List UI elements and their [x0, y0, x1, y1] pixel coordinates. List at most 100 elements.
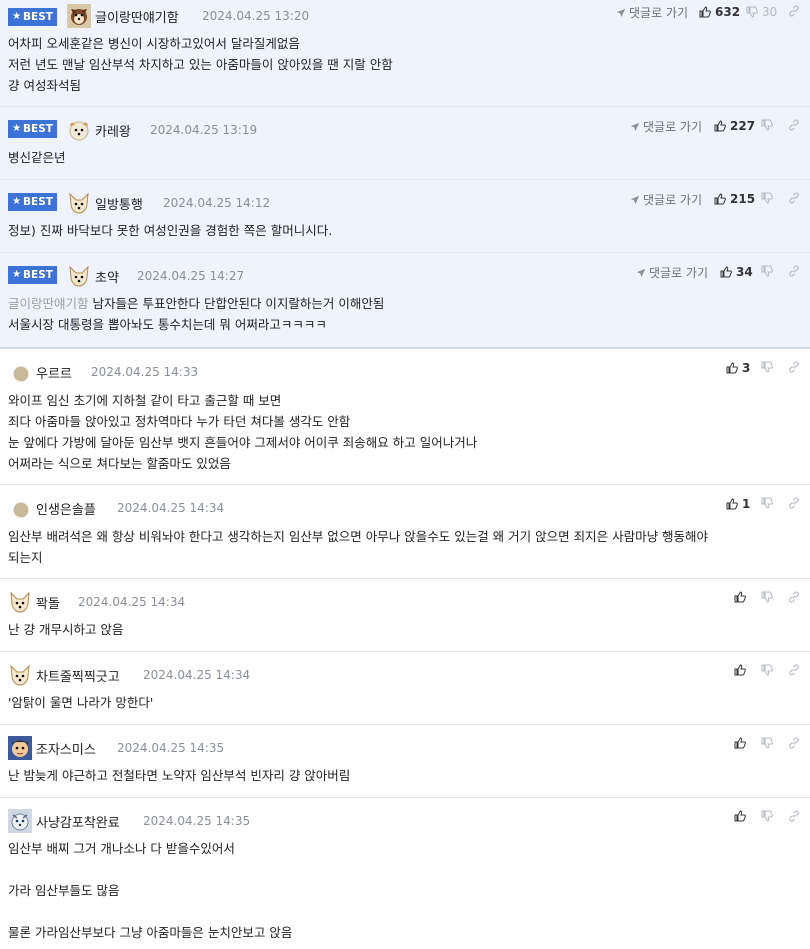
comment-body: 어차피 오세훈같은 병신이 시장하고있어서 달라질게없음 저런 년도 맨날 임산부…	[8, 36, 393, 93]
thumbs-down-icon	[761, 265, 773, 277]
comment-body: 정보) 진짜 바닥보다 못한 여성인권을 경험한 쪽은 할머니시다.	[8, 223, 333, 238]
thumbs-up-icon	[714, 120, 726, 132]
comment-date: 2024.04.25 14:34	[117, 501, 225, 515]
thumbs-down-icon	[761, 591, 773, 603]
thumbs-down-icon	[761, 361, 773, 373]
like-button[interactable]: 227	[714, 119, 755, 133]
comment-body: 난 걍 개무시하고 앉음	[8, 622, 124, 637]
dislike-button[interactable]	[761, 664, 773, 676]
paper-plane-icon	[630, 195, 640, 204]
comment: 우르르 2024.04.25 14:33 3 와이프 임신 초기에 지하철 같이…	[0, 349, 810, 485]
copy-link-button[interactable]	[788, 810, 800, 822]
go-to-reply-link[interactable]: 댓글로 가기	[630, 191, 702, 208]
copy-link-button[interactable]	[788, 591, 800, 603]
dislike-button[interactable]	[761, 810, 773, 822]
copy-link-button[interactable]	[788, 664, 800, 676]
dislike-button[interactable]: 30	[746, 5, 777, 19]
comment-body: '암탉이 울면 나라가 망한다'	[8, 695, 154, 710]
thumbs-up-icon	[720, 266, 732, 278]
copy-link-button[interactable]	[788, 497, 800, 509]
nickname[interactable]: 초약	[95, 267, 119, 286]
paper-plane-icon	[630, 122, 640, 131]
copy-link-button[interactable]	[788, 5, 800, 17]
chain-link-icon	[789, 591, 799, 603]
nickname[interactable]: 카레왕	[95, 121, 131, 140]
chain-link-icon	[789, 737, 799, 749]
thumbs-up-icon	[726, 362, 738, 374]
dislike-button[interactable]	[761, 192, 773, 204]
star-icon: ★	[12, 269, 22, 280]
like-button[interactable]: 215	[714, 192, 755, 206]
comment-date: 2024.04.25 14:34	[78, 595, 186, 609]
comment: 사냥감포착완료 2024.04.25 14:35 임산부 배찌 그거 개나소나 …	[0, 798, 810, 949]
chain-link-icon	[789, 664, 799, 676]
copy-link-button[interactable]	[788, 119, 800, 131]
comment-body: 임산부 배찌 그거 개나소나 다 받을수있어서 가라 임산부들도 많음 물론 가…	[8, 841, 293, 940]
go-to-reply-link[interactable]: 댓글로 가기	[616, 4, 688, 21]
comment-date: 2024.04.25 14:35	[143, 814, 251, 828]
like-button[interactable]: 3	[726, 361, 750, 375]
nickname[interactable]: 우르르	[36, 363, 72, 382]
chain-link-icon	[789, 119, 799, 131]
star-icon: ★	[12, 123, 22, 134]
comment-date: 2024.04.25 14:12	[163, 196, 271, 210]
copy-link-button[interactable]	[788, 192, 800, 204]
thumbs-down-icon	[761, 192, 773, 204]
dislike-button[interactable]	[761, 737, 773, 749]
like-button[interactable]	[734, 591, 746, 603]
avatar-dog-icon	[69, 121, 89, 141]
dislike-button[interactable]	[761, 591, 773, 603]
paper-plane-icon	[616, 8, 626, 17]
like-count: 632	[715, 5, 741, 19]
chain-link-icon	[789, 497, 799, 509]
like-button[interactable]	[734, 810, 746, 822]
nickname[interactable]: 조자스미스	[36, 739, 96, 758]
dislike-button[interactable]	[761, 361, 773, 373]
comment-date: 2024.04.25 13:20	[202, 9, 310, 23]
dislike-button[interactable]	[761, 119, 773, 131]
nickname[interactable]: 글이랑딴얘기함	[95, 7, 179, 26]
comment-date: 2024.04.25 13:19	[150, 123, 258, 137]
best-comment: ★ BEST 카레왕 2024.04.25 13:19 댓글로 가기 227 병신…	[0, 107, 810, 180]
dislike-button[interactable]	[761, 265, 773, 277]
dislike-button[interactable]	[761, 497, 773, 509]
nickname[interactable]: 일방통행	[95, 194, 143, 213]
thumbs-up-icon	[734, 810, 746, 822]
thumbs-up-icon	[699, 6, 711, 18]
comment: 차트줄찍찍긋고 2024.04.25 14:34 '암탉이 울면 나라가 망한다…	[0, 652, 810, 725]
like-button[interactable]: 34	[720, 265, 753, 279]
avatar-dog-icon	[67, 4, 91, 28]
copy-link-button[interactable]	[788, 737, 800, 749]
quoted-nickname[interactable]: 글이랑딴얘기함	[8, 296, 89, 311]
best-badge: ★ BEST	[8, 120, 57, 138]
like-button[interactable]	[734, 737, 746, 749]
star-icon: ★	[12, 11, 22, 22]
copy-link-button[interactable]	[788, 265, 800, 277]
chain-link-icon	[789, 5, 799, 17]
nickname[interactable]: 인생은솔플	[36, 499, 96, 518]
nickname[interactable]: 꽉돌	[36, 593, 60, 612]
nickname[interactable]: 사냥감포착완료	[36, 812, 120, 831]
thumbs-up-icon	[734, 664, 746, 676]
like-count: 215	[730, 192, 756, 206]
best-comment: ★ BEST 일방통행 2024.04.25 14:12 댓글로 가기 215 정…	[0, 180, 810, 253]
comment-body: 글이랑딴얘기함 남자들은 투표안한다 단합안된다 이지랄하는거 이해안됨 서울시장…	[8, 296, 385, 332]
best-comment: ★ BEST 글이랑딴얘기함 2024.04.25 13:20 댓글로 가기 63…	[0, 0, 810, 107]
chain-link-icon	[789, 361, 799, 373]
comment-body: 병신같은년	[8, 150, 66, 165]
like-button[interactable]: 1	[726, 497, 750, 511]
thumbs-down-icon	[761, 664, 773, 676]
best-badge: ★ BEST	[8, 266, 57, 284]
comment-date: 2024.04.25 14:27	[137, 269, 245, 283]
thumbs-down-icon	[761, 119, 773, 131]
go-to-reply-link[interactable]: 댓글로 가기	[630, 118, 702, 135]
like-button[interactable]: 632	[699, 5, 740, 19]
nickname[interactable]: 차트줄찍찍긋고	[36, 666, 120, 685]
go-to-reply-link[interactable]: 댓글로 가기	[636, 264, 708, 281]
copy-link-button[interactable]	[788, 361, 800, 373]
like-button[interactable]	[734, 664, 746, 676]
like-count: 227	[730, 119, 756, 133]
thumbs-down-icon	[761, 810, 773, 822]
best-badge: ★ BEST	[8, 193, 57, 211]
comment: 조자스미스 2024.04.25 14:35 난 밤늦게 야근하고 전철타면 노…	[0, 725, 810, 798]
